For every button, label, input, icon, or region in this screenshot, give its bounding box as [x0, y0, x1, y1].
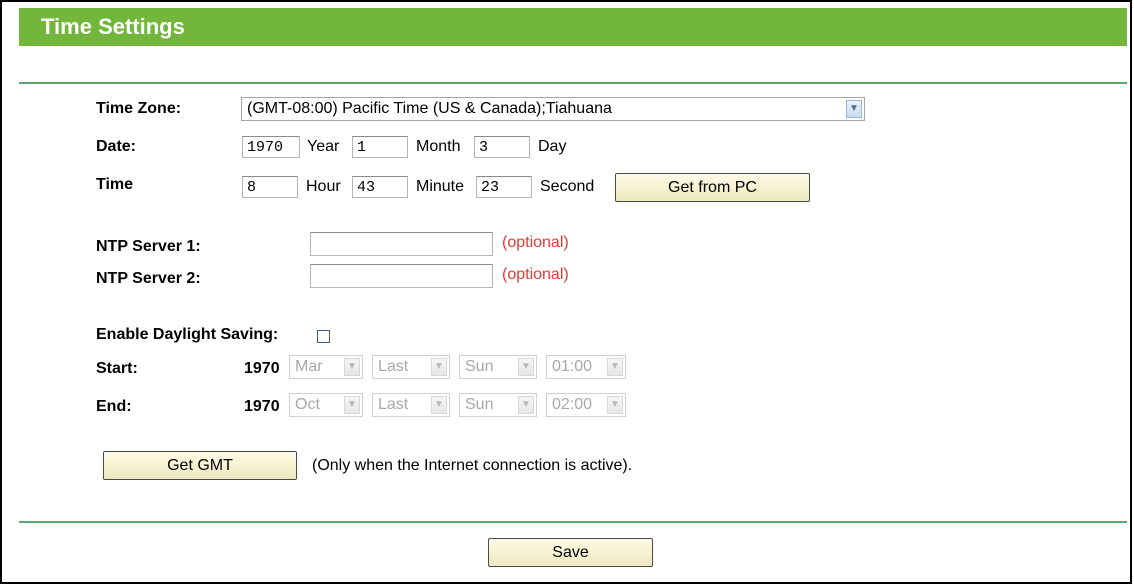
day-unit-label: Day: [538, 138, 567, 155]
dst-end-year: 1970: [244, 398, 280, 415]
page-frame: [0, 0, 1132, 584]
dst-end-month-select[interactable]: Oct ▼: [289, 393, 363, 417]
get-gmt-note: (Only when the Internet connection is ac…: [312, 457, 633, 474]
top-divider: [19, 82, 1127, 84]
dst-start-month-select[interactable]: Mar ▼: [289, 355, 363, 379]
daylight-saving-label: Enable Daylight Saving:: [96, 326, 279, 343]
dst-start-label: Start:: [96, 360, 138, 377]
page-title: Time Settings: [41, 14, 185, 39]
date-label: Date:: [96, 138, 137, 155]
dst-end-label: End:: [96, 398, 132, 415]
ntp-server-2-optional-hint: (optional): [502, 266, 569, 283]
section-header: Time Settings: [19, 8, 1127, 46]
time-zone-value: (GMT-08:00) Pacific Time (US & Canada);T…: [247, 100, 612, 117]
chevron-down-icon[interactable]: ▼: [607, 358, 623, 376]
minute-unit-label: Minute: [416, 178, 465, 195]
dst-start-week-value: Last: [378, 358, 409, 375]
chevron-down-icon[interactable]: ▼: [846, 100, 862, 118]
dst-start-day-value: Sun: [465, 358, 494, 375]
dst-start-month-value: Mar: [295, 358, 323, 375]
year-unit-label: Year: [307, 138, 340, 155]
dst-start-time-value: 01:00: [552, 358, 593, 375]
dst-end-time-value: 02:00: [552, 396, 593, 413]
chevron-down-icon[interactable]: ▼: [344, 358, 360, 376]
month-unit-label: Month: [416, 138, 461, 155]
ntp-server-1-optional-hint: (optional): [502, 234, 569, 251]
chevron-down-icon[interactable]: ▼: [344, 396, 360, 414]
ntp-server-2-label: NTP Server 2:: [96, 270, 201, 287]
hour-input[interactable]: [242, 176, 298, 198]
ntp-server-1-input[interactable]: [310, 232, 493, 256]
get-from-pc-button[interactable]: Get from PC: [615, 173, 810, 202]
chevron-down-icon[interactable]: ▼: [518, 396, 534, 414]
chevron-down-icon[interactable]: ▼: [431, 396, 447, 414]
dst-end-day-select[interactable]: Sun ▼: [459, 393, 537, 417]
second-unit-label: Second: [540, 178, 595, 195]
time-label: Time: [96, 176, 134, 193]
time-zone-label: Time Zone:: [96, 100, 182, 117]
get-gmt-button[interactable]: Get GMT: [103, 451, 297, 480]
dst-start-day-select[interactable]: Sun ▼: [459, 355, 537, 379]
day-input[interactable]: [474, 136, 530, 158]
dst-end-week-select[interactable]: Last ▼: [372, 393, 450, 417]
month-input[interactable]: [352, 136, 408, 158]
dst-end-month-value: Oct: [295, 396, 320, 413]
dst-start-time-select[interactable]: 01:00 ▼: [546, 355, 626, 379]
minute-input[interactable]: [352, 176, 408, 198]
bottom-divider: [19, 521, 1127, 523]
chevron-down-icon[interactable]: ▼: [518, 358, 534, 376]
time-zone-select[interactable]: (GMT-08:00) Pacific Time (US & Canada);T…: [241, 97, 865, 121]
hour-unit-label: Hour: [306, 178, 341, 195]
chevron-down-icon[interactable]: ▼: [607, 396, 623, 414]
daylight-saving-checkbox[interactable]: [317, 330, 330, 343]
ntp-server-2-input[interactable]: [310, 264, 493, 288]
dst-end-day-value: Sun: [465, 396, 494, 413]
dst-start-week-select[interactable]: Last ▼: [372, 355, 450, 379]
save-button[interactable]: Save: [488, 538, 653, 567]
second-input[interactable]: [476, 176, 532, 198]
ntp-server-1-label: NTP Server 1:: [96, 238, 201, 255]
dst-end-week-value: Last: [378, 396, 409, 413]
chevron-down-icon[interactable]: ▼: [431, 358, 447, 376]
year-input[interactable]: [242, 136, 300, 158]
dst-start-year: 1970: [244, 360, 280, 377]
dst-end-time-select[interactable]: 02:00 ▼: [546, 393, 626, 417]
